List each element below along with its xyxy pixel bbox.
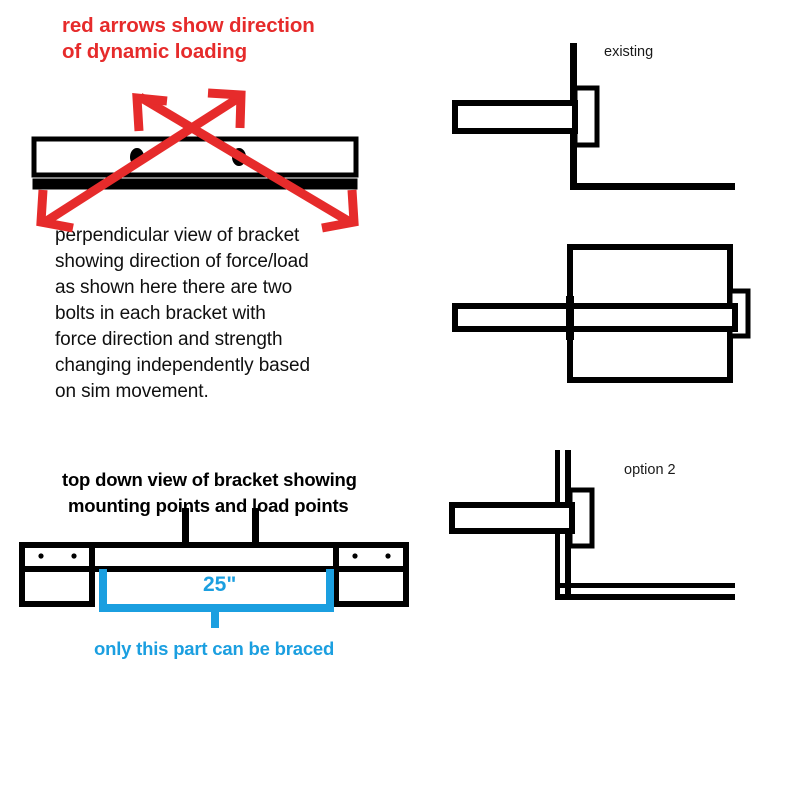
existing-post-foot [570, 183, 735, 190]
mount-bolt-left-b [71, 553, 77, 559]
mount-plate-left-top [19, 542, 95, 572]
option1-beam [452, 303, 738, 332]
mount-bolt-left-a [38, 553, 44, 559]
mount-bolt-right-b [385, 553, 391, 559]
option2-beam [449, 502, 575, 534]
option2-foot-inner [555, 583, 735, 588]
load-point-tick-left [182, 508, 189, 544]
bracket-body-rect [31, 136, 359, 178]
existing-beam [452, 100, 578, 134]
diagram-artwork [19, 43, 751, 628]
mount-bolt-right-a [352, 553, 358, 559]
topdown-bracket-drawing [19, 508, 409, 607]
load-point-tick-right [252, 508, 259, 544]
bracket-beam [85, 542, 341, 572]
diagram-canvas: red arrows show direction of dynamic loa… [0, 0, 800, 800]
mount-plate-right-body [333, 566, 409, 607]
span-bracket-u-shape [99, 569, 334, 612]
option1-web-stub [566, 296, 574, 340]
perpendicular-bracket-drawing [31, 136, 359, 190]
option2-foot-outer [555, 594, 735, 600]
option2-mount-drawing [449, 450, 735, 600]
option1-mount-drawing [452, 244, 751, 383]
mount-plate-right-top [333, 542, 409, 572]
bracket-base-bar [32, 178, 358, 190]
existing-bolt-plate [572, 85, 600, 148]
existing-mount-drawing [452, 43, 735, 190]
mount-plate-left-body [19, 566, 95, 607]
braceable-span-dimension [99, 569, 334, 628]
